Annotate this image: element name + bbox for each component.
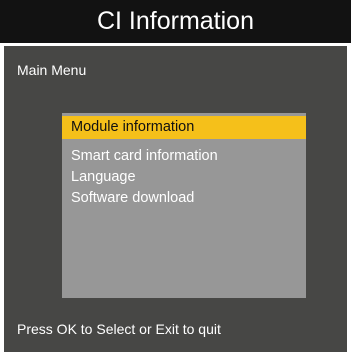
menu-item-module-information[interactable]: Module information (62, 116, 306, 139)
ci-information-screen: CI Information Main Menu Module informat… (0, 0, 351, 356)
menu-title: Main Menu (17, 62, 87, 78)
footer-hint: Press OK to Select or Exit to quit (17, 321, 221, 337)
screen-title: CI Information (0, 0, 351, 43)
menu-list: Module information Smart card informatio… (62, 113, 306, 298)
menu-item-smart-card-information[interactable]: Smart card information (62, 145, 306, 168)
menu-item-language[interactable]: Language (62, 166, 306, 189)
menu-item-software-download[interactable]: Software download (62, 187, 306, 210)
